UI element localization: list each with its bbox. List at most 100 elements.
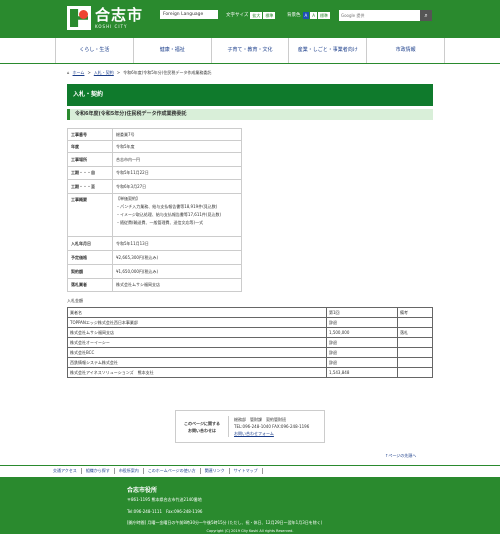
contact-heading-line: お問い合わせは xyxy=(188,427,216,433)
summary-line: ・随従費(輸送費、一般管理費、送信文応等)一式 xyxy=(116,220,204,225)
bid-remark xyxy=(397,347,433,358)
table-row: 工事番号 総委業7号 xyxy=(67,128,242,141)
detail-value: 令和6年3月27日 xyxy=(112,179,242,194)
nav-item-childcare[interactable]: 子育て・教育・文化 xyxy=(210,38,289,63)
footer-link-access[interactable]: 交通アクセス xyxy=(49,467,82,474)
breadcrumb-current: 令和6年度(令和5年分)住民税データ作成業務委託 xyxy=(123,70,212,75)
table-row: 工事場所 合志市内一円 xyxy=(67,152,242,167)
footer-link-howto[interactable]: このホームページの使い方 xyxy=(144,467,201,474)
footer-link-related[interactable]: 関連リンク xyxy=(201,467,230,474)
detail-key: 年度 xyxy=(67,140,113,153)
detail-key: 入札年月日 xyxy=(67,236,113,251)
detail-key: 落札業者 xyxy=(67,278,113,292)
table-row: 株式会社オーイーシー 辞退 xyxy=(67,337,433,348)
contact-form-link[interactable]: お問い合わせフォーム xyxy=(234,431,274,436)
bid-remark xyxy=(397,357,433,368)
footer-link-cityhall[interactable]: 市役所案内 xyxy=(115,467,144,474)
footer-link-organization[interactable]: 組織から探す xyxy=(82,467,115,474)
breadcrumb: ⌂ ホーム > 入札・契約 > 令和6年度(令和5年分)住民税データ作成業務委託 xyxy=(67,70,211,76)
contact-phone: TEL:096-248-1040 FAX:096-248-1196 xyxy=(234,424,310,429)
table-row: 予定価格 ¥2,665,300円(税込み) xyxy=(67,250,242,265)
search-icon[interactable]: ⌕ xyxy=(420,10,432,21)
breadcrumb-home[interactable]: ホーム xyxy=(73,70,85,76)
bid-amount: 辞退 xyxy=(326,357,398,368)
font-standard-button[interactable]: 標準 xyxy=(263,11,276,19)
font-enlarge-button[interactable]: 拡大 xyxy=(250,11,263,19)
nav-item-business[interactable]: 産業・しごと・事業者向け xyxy=(288,38,366,63)
detail-key: 契約額 xyxy=(67,264,113,279)
bid-results-table: 業者名 第1回 備考 TOPPANエッジ株式会社西日本事業部 辞退 株式会社ムサシ… xyxy=(67,307,433,378)
bidder-name: 株式会社アイネスソリューションズ 熊本支社 xyxy=(67,367,327,378)
table-row: 西鉄情報システム株式会社 辞退 xyxy=(67,357,433,368)
table-row: 株式会社アイネスソリューションズ 熊本支社 1,543,848 xyxy=(67,367,433,378)
detail-key: 工期・・・至 xyxy=(67,179,113,194)
table-row: 株式会社ムサシ福岡支店 1,500,000 落札 xyxy=(67,327,433,338)
city-emblem-icon xyxy=(67,6,91,30)
bid-remark: 落札 xyxy=(397,327,433,338)
summary-line: 【単価契約】 xyxy=(116,196,140,201)
table-row: 落札業者 株式会社ムサシ福岡支店 xyxy=(67,278,242,292)
bg-blue-button[interactable]: A xyxy=(302,11,310,19)
bg-standard-button[interactable]: 標準 xyxy=(318,11,330,19)
table-row: TOPPANエッジ株式会社西日本事業部 辞退 xyxy=(67,317,433,328)
table-row: 株式会社BCC 辞退 xyxy=(67,347,433,358)
table-header-row: 業者名 第1回 備考 xyxy=(67,307,433,318)
contact-box: このページに関する お問い合わせは 総務部 管財課 契約管財班 TEL:096-… xyxy=(175,410,325,443)
bidder-name: 西鉄情報システム株式会社 xyxy=(67,357,327,368)
page-title: 令和6年度(令和5年分)住民税データ作成業務委託 xyxy=(67,109,433,120)
detail-value: 合志市内一円 xyxy=(112,152,242,167)
bidder-name: 株式会社オーイーシー xyxy=(67,337,327,348)
bid-amount: 1,500,000 xyxy=(326,327,398,338)
logo-subtitle: KOSHI CITY xyxy=(95,24,128,29)
detail-value: 令和5年度 xyxy=(112,140,242,153)
bid-remark xyxy=(397,367,433,378)
global-nav: くらし・生活 健康・福祉 子育て・教育・文化 産業・しごと・事業者向け 市政情報 xyxy=(55,38,445,63)
footer-city-hall-name: 合志市役所 xyxy=(127,487,158,494)
page-top-link[interactable]: ↑ページの先頭へ xyxy=(385,453,416,459)
nav-item-government[interactable]: 市政情報 xyxy=(366,38,445,63)
page-top-label: ページの先頭へ xyxy=(388,453,417,458)
table-row: 年度 令和5年度 xyxy=(67,140,242,153)
col-header-remarks: 備考 xyxy=(397,307,433,318)
bid-amount: 1,543,848 xyxy=(326,367,398,378)
detail-value: ¥1,650,000円(税込み) xyxy=(112,264,242,279)
breadcrumb-bid-contract[interactable]: 入札・契約 xyxy=(94,70,114,76)
font-size-label: 文字サイズ xyxy=(226,13,249,18)
detail-key: 予定価格 xyxy=(67,250,113,265)
foreign-language-button[interactable]: Foreign Language xyxy=(160,10,218,19)
nav-item-health[interactable]: 健康・福祉 xyxy=(132,38,211,63)
bid-remark xyxy=(397,317,433,328)
search-input[interactable] xyxy=(339,10,420,21)
summary-line: ・パンチ入力業務、給与支払報告書等18,919件(見込数) xyxy=(116,204,218,209)
nav-divider xyxy=(0,63,500,64)
bg-white-button[interactable]: A xyxy=(310,11,317,19)
site-header: 合志市 KOSHI CITY Foreign Language 文字サイズ 拡大… xyxy=(0,0,500,38)
breadcrumb-separator: > xyxy=(87,70,91,75)
site-footer: 合志市役所 〒861-1195 熊本県合志市竹迫2140番地 Tel:096-2… xyxy=(0,477,500,534)
contact-body: 総務部 管財課 契約管財班 TEL:096-248-1040 FAX:096-2… xyxy=(228,416,309,437)
nav-item-life[interactable]: くらし・生活 xyxy=(55,38,133,63)
bid-amount: 辞退 xyxy=(326,347,398,358)
detail-value: 令和5年11月13日 xyxy=(112,236,242,251)
bid-amount-heading: 入札金額 xyxy=(67,298,83,303)
footer-phone: Tel:096-248-1111 Fax:096-248-1196 xyxy=(127,509,203,514)
table-row: 工期・・・至 令和6年3月27日 xyxy=(67,179,242,194)
detail-key: 工期・・・自 xyxy=(67,166,113,180)
site-logo[interactable]: 合志市 KOSHI CITY xyxy=(67,4,143,32)
search-box: ⌕ xyxy=(339,10,432,21)
detail-key: 工事場所 xyxy=(67,152,113,167)
detail-value: 総委業7号 xyxy=(112,128,242,141)
col-header-company: 業者名 xyxy=(67,307,327,318)
contact-heading: このページに関する お問い合わせは xyxy=(176,420,228,434)
bid-amount: 辞退 xyxy=(326,337,398,348)
detail-key: 工事概要 xyxy=(67,193,113,237)
font-size-controls: 文字サイズ 拡大 標準 xyxy=(226,10,276,20)
contact-heading-line: このページに関する xyxy=(184,420,220,426)
footer-links: 交通アクセス 組織から探す 市役所案内 このホームページの使い方 関連リンク サ… xyxy=(0,465,500,475)
footer-address: 〒861-1195 熊本県合志市竹迫2140番地 xyxy=(127,497,202,502)
bidder-name: TOPPANエッジ株式会社西日本事業部 xyxy=(67,317,327,328)
footer-link-sitemap[interactable]: サイトマップ xyxy=(230,467,263,474)
table-row: 契約額 ¥1,650,000円(税込み) xyxy=(67,264,242,279)
breadcrumb-separator: > xyxy=(116,70,121,75)
detail-value: 株式会社ムサシ福岡支店 xyxy=(112,278,242,292)
